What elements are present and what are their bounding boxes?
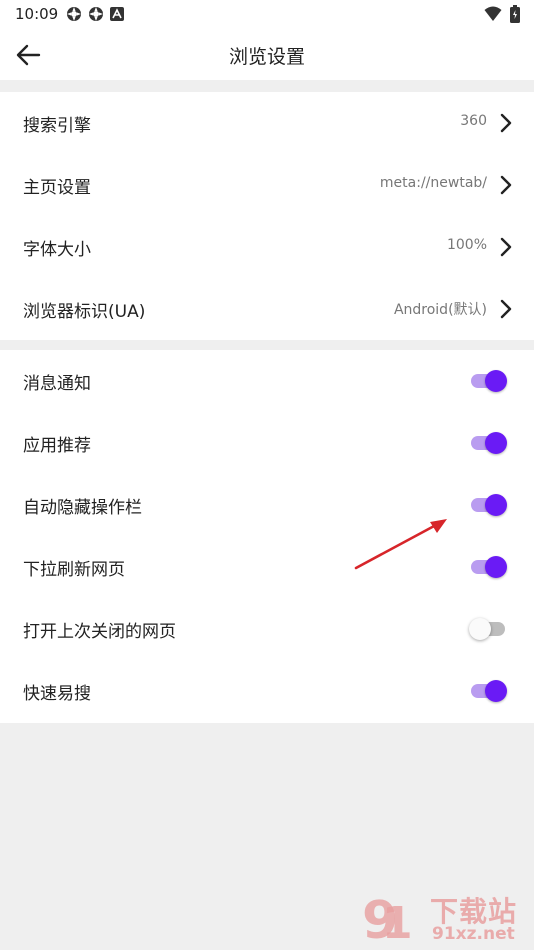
svg-text:1: 1 <box>382 898 413 946</box>
battery-icon <box>510 5 520 23</box>
status-system-icons <box>484 5 520 23</box>
user-agent-row[interactable]: 浏览器标识(UA) Android(默认) <box>0 278 534 340</box>
row-label: 快速易搜 <box>23 684 91 704</box>
auto-hide-toolbar-toggle[interactable] <box>469 492 509 518</box>
quick-search-toggle[interactable] <box>469 678 509 704</box>
row-label: 自动隐藏操作栏 <box>23 498 142 518</box>
row-label: 打开上次关闭的网页 <box>23 622 176 642</box>
settings-toggle-section: 消息通知 应用推荐 自动隐藏操作栏 下拉刷新网页 打开上次关闭的网页 快速易搜 <box>0 350 534 723</box>
a-icon <box>110 7 124 21</box>
app-bar: 浏览设置 <box>0 30 534 80</box>
gear-icon <box>89 7 103 21</box>
app-recommend-row: 应用推荐 <box>0 412 534 474</box>
toggle-knob <box>485 432 507 454</box>
toggle-knob <box>485 680 507 702</box>
gear-icon <box>67 7 81 21</box>
settings-nav-section: 搜索引擎 360 主页设置 meta://newtab/ 字体大小 100% 浏… <box>0 92 534 340</box>
chevron-right-icon <box>500 299 512 319</box>
row-label: 下拉刷新网页 <box>23 560 125 580</box>
toggle-knob <box>485 370 507 392</box>
auto-hide-toolbar-row: 自动隐藏操作栏 <box>0 474 534 536</box>
row-label: 主页设置 <box>23 178 91 198</box>
row-value: 360 <box>460 113 487 129</box>
app-recommend-toggle[interactable] <box>469 430 509 456</box>
wifi-icon <box>484 6 502 21</box>
status-bar: 10:09 <box>0 0 534 30</box>
homepage-row[interactable]: 主页设置 meta://newtab/ <box>0 154 534 216</box>
row-label: 搜索引擎 <box>23 116 91 136</box>
row-value: meta://newtab/ <box>379 175 487 191</box>
row-label: 字体大小 <box>23 240 91 260</box>
notifications-toggle[interactable] <box>469 368 509 394</box>
row-value: Android(默认) <box>393 302 487 318</box>
watermark-logo: 9 1 下载站 91xz.net <box>360 888 530 950</box>
page-title: 浏览设置 <box>228 46 305 68</box>
reopen-closed-toggle[interactable] <box>469 616 509 642</box>
status-time: 10:09 <box>15 5 59 23</box>
row-label: 浏览器标识(UA) <box>23 302 146 322</box>
row-value: 100% <box>446 237 487 253</box>
notifications-row: 消息通知 <box>0 350 534 412</box>
row-label: 应用推荐 <box>23 436 91 456</box>
toggle-knob <box>469 618 491 640</box>
reopen-closed-row: 打开上次关闭的网页 <box>0 598 534 660</box>
pull-refresh-row: 下拉刷新网页 <box>0 536 534 598</box>
toggle-knob <box>485 494 507 516</box>
chevron-right-icon <box>500 113 512 133</box>
pull-refresh-toggle[interactable] <box>469 554 509 580</box>
annotation-arrow-icon <box>354 519 447 570</box>
quick-search-row: 快速易搜 <box>0 660 534 722</box>
toggle-knob <box>485 556 507 578</box>
search-engine-row[interactable]: 搜索引擎 360 <box>0 92 534 154</box>
chevron-right-icon <box>500 175 512 195</box>
font-size-row[interactable]: 字体大小 100% <box>0 216 534 278</box>
row-label: 消息通知 <box>23 374 91 394</box>
chevron-right-icon <box>500 237 512 257</box>
watermark-domain: 91xz.net <box>432 924 515 944</box>
status-notification-icons <box>66 6 124 22</box>
